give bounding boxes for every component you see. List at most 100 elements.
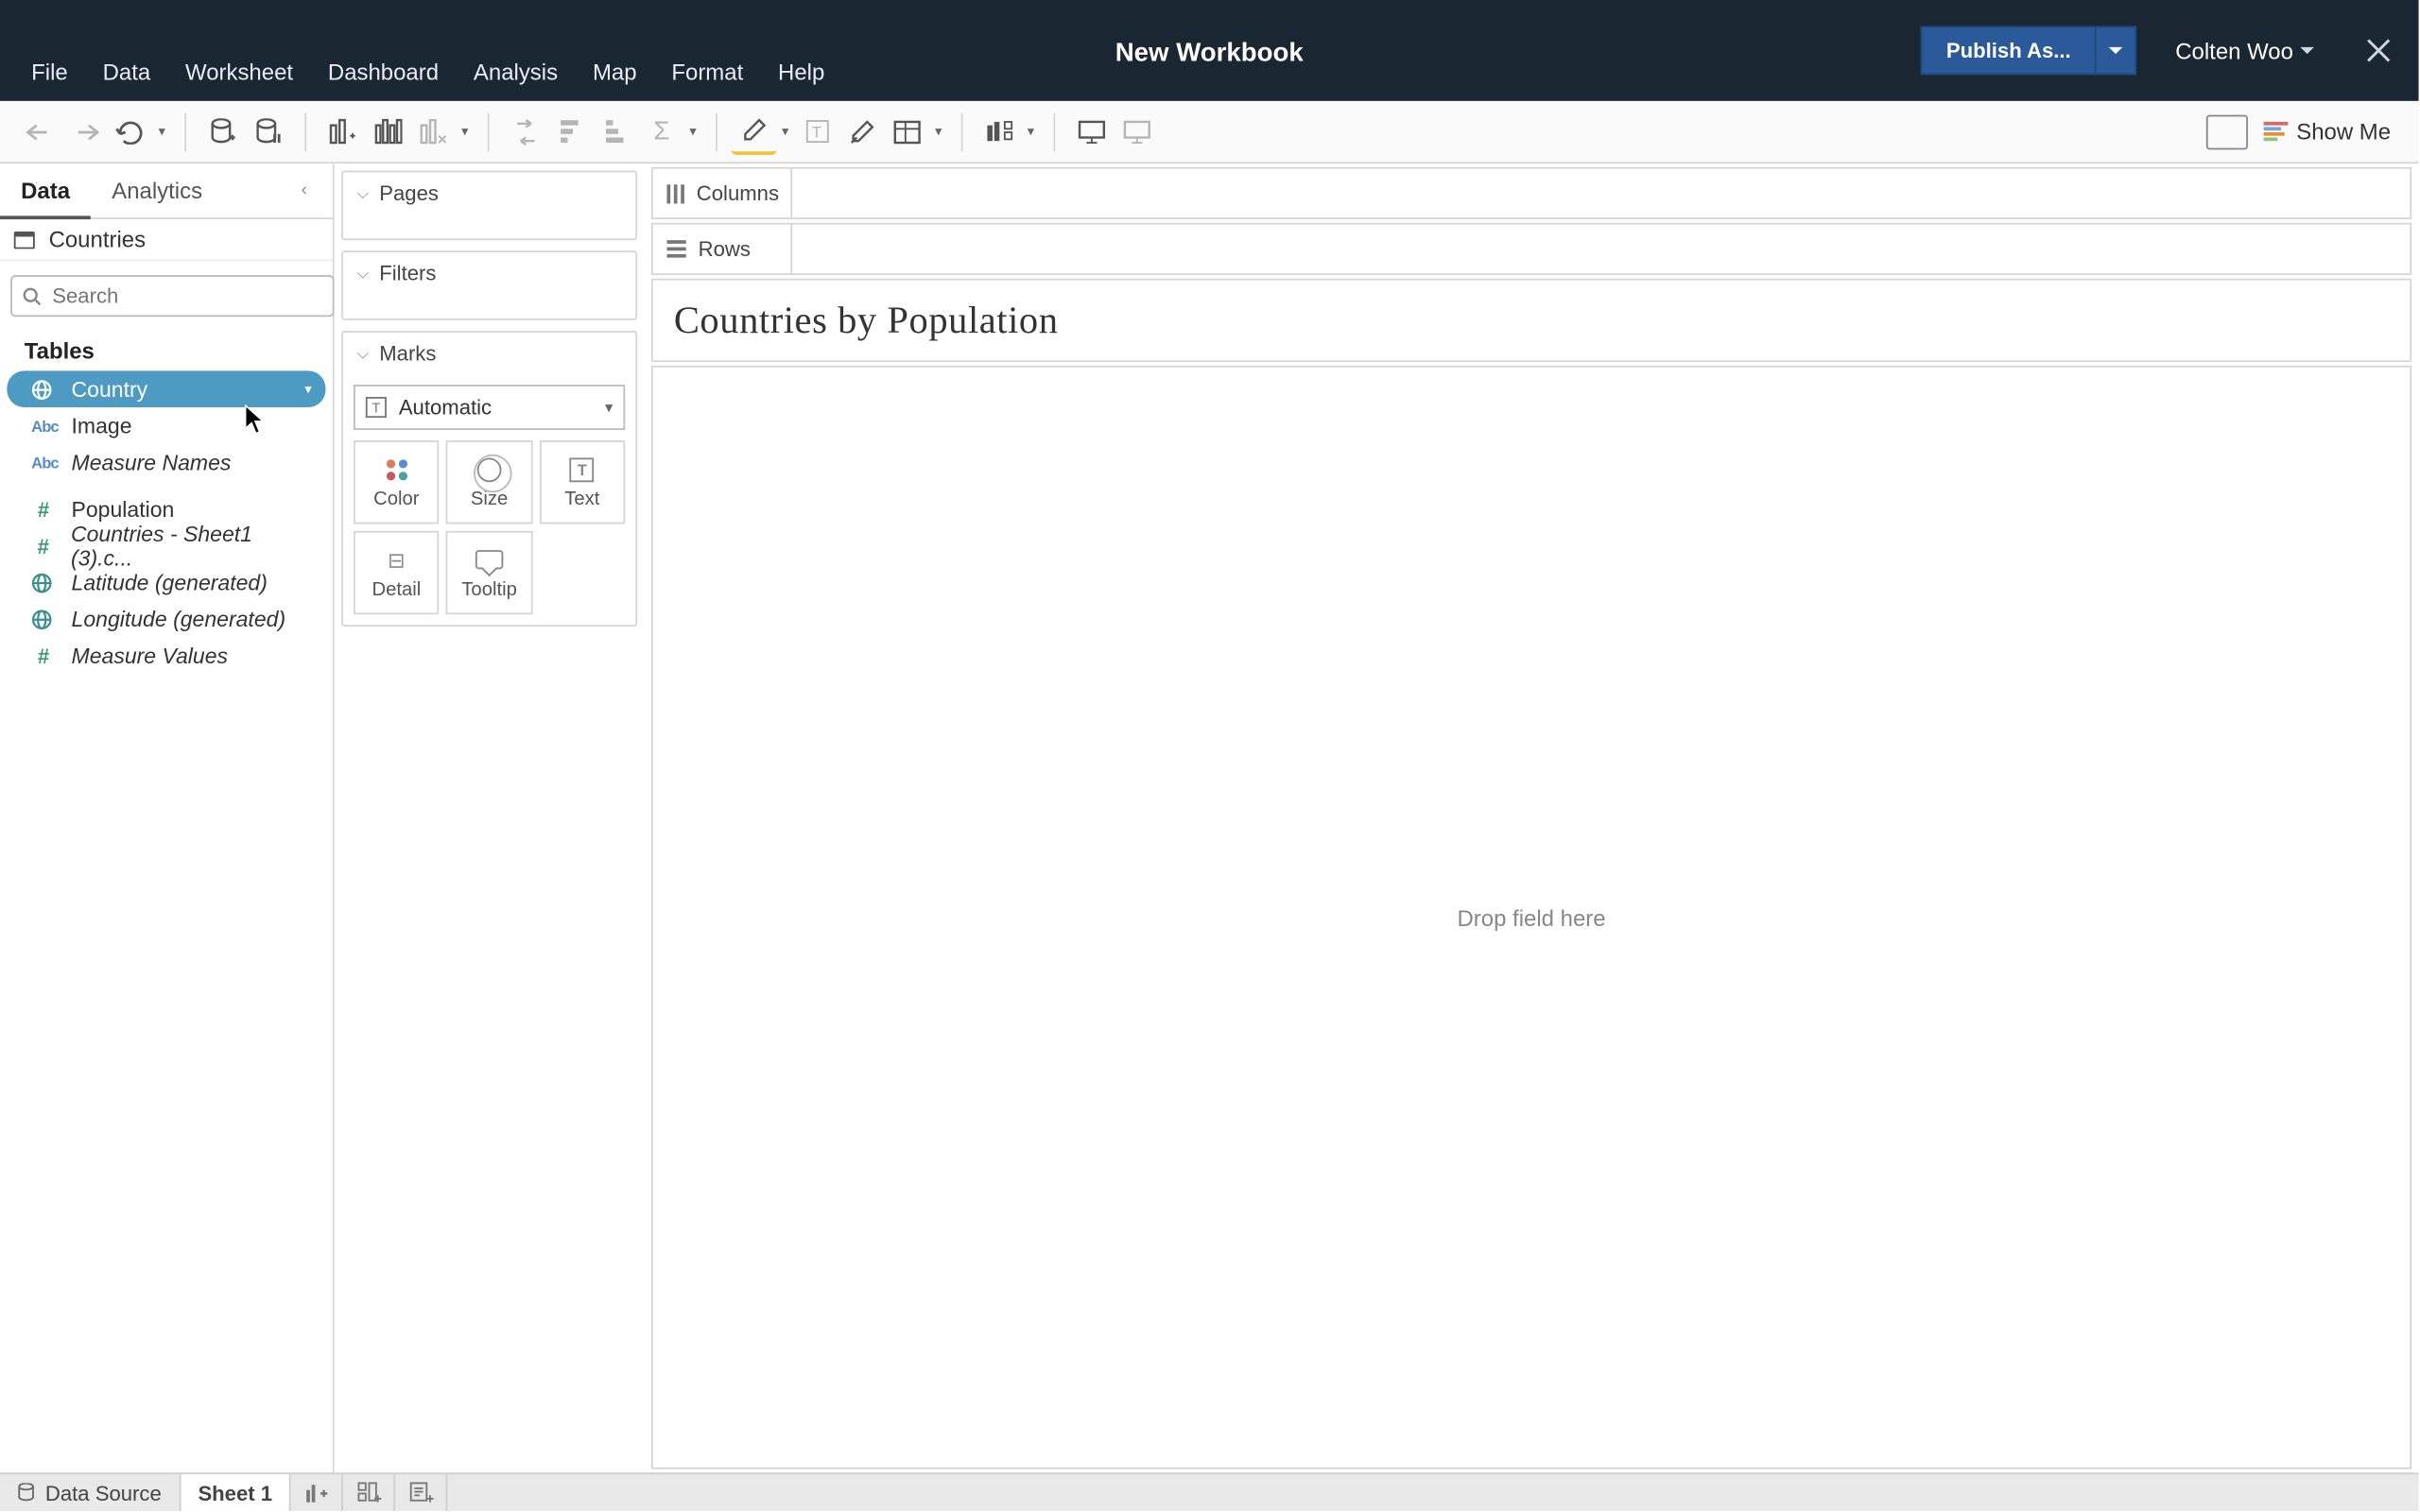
totals-button[interactable]: Σ [639, 109, 684, 154]
clear-sheet-button[interactable] [411, 109, 457, 154]
cards-dropdown[interactable]: ▾ [1022, 124, 1039, 140]
tab-datasource[interactable]: Data Source [0, 1474, 181, 1511]
menu-file[interactable]: File [14, 52, 85, 92]
new-story-tab[interactable] [396, 1474, 448, 1511]
highlight-button[interactable] [732, 109, 777, 154]
menu-data[interactable]: Data [85, 52, 167, 92]
rows-icon [666, 240, 685, 257]
columns-icon [666, 183, 683, 202]
field-label: Population [72, 497, 175, 522]
menubar: File Data Worksheet Dashboard Analysis M… [14, 52, 842, 92]
shelves-column: ⌵Pages ⌵Filters ⌵Marks T Automatic ▾ [335, 163, 645, 1472]
hash-icon: # [31, 644, 56, 668]
field-dropdown-icon[interactable]: ▾ [304, 381, 311, 397]
revert-button[interactable] [108, 109, 153, 154]
presentation-button[interactable] [1069, 109, 1115, 154]
marks-text-button[interactable]: T Text [539, 440, 625, 524]
field-list: Country ▾ AbcImageAbcMeasure Names # Populat… [0, 370, 333, 674]
collapse-pane-button[interactable]: ‹ [302, 181, 333, 200]
menu-map[interactable]: Map [576, 52, 654, 92]
marks-type-dropdown[interactable]: T Automatic ▾ [354, 385, 625, 430]
detail-icon: ⊟ [384, 547, 408, 572]
datasource-row[interactable]: Countries [0, 219, 333, 261]
data-guide-button[interactable] [2204, 109, 2250, 154]
fit-dropdown[interactable]: ▾ [930, 124, 947, 140]
canvas-column: Columns Rows Countries by Population Dro… [645, 163, 2419, 1472]
hash-icon: # [31, 534, 55, 558]
close-button[interactable] [2353, 25, 2405, 77]
field-measure-values[interactable]: # Measure Values [7, 637, 325, 674]
field-label: Country [72, 377, 148, 402]
share-button[interactable] [1115, 109, 1160, 154]
text-icon: T [570, 457, 595, 482]
marks-tooltip-button[interactable]: Tooltip [446, 531, 532, 614]
chevron-down-icon: ⌵ [357, 344, 370, 363]
bottom-tabs: Data Source Sheet 1 [0, 1472, 2419, 1511]
new-datasource-button[interactable] [200, 109, 246, 154]
filters-shelf[interactable]: ⌵Filters [341, 250, 637, 320]
publish-dropdown[interactable] [2096, 26, 2137, 76]
menu-worksheet[interactable]: Worksheet [168, 52, 311, 92]
new-sheet-button[interactable] [320, 109, 366, 154]
field-latitude-generated[interactable]: Latitude (generated) [7, 564, 325, 601]
chevron-down-icon: ⌵ [357, 264, 370, 283]
columns-shelf[interactable]: Columns [651, 167, 2411, 219]
show-me-button[interactable]: Show Me [2263, 118, 2391, 145]
datasource-icon [14, 231, 35, 248]
redo-button[interactable] [62, 109, 108, 154]
marks-color-button[interactable]: Color [354, 440, 440, 524]
duplicate-sheet-button[interactable] [366, 109, 411, 154]
field-countries-sheet1-3-c[interactable]: #Countries - Sheet1 (3).c... [7, 527, 325, 564]
abc-icon: Abc [31, 417, 56, 434]
color-icon [386, 458, 406, 479]
labels-button[interactable]: T [794, 109, 839, 154]
fit-button[interactable] [885, 109, 930, 154]
size-icon [477, 457, 502, 482]
user-menu[interactable]: Colten Woo [2175, 38, 2314, 64]
drop-hint: Drop field here [1457, 904, 1605, 931]
publish-button[interactable]: Publish As... [1920, 26, 2097, 76]
field-longitude-generated[interactable]: Longitude (generated) [7, 600, 325, 637]
menu-analysis[interactable]: Analysis [456, 52, 575, 92]
field-label: Measure Values [72, 644, 229, 668]
clear-dropdown[interactable]: ▾ [457, 124, 474, 140]
tab-analytics[interactable]: Analytics [91, 163, 223, 217]
search-input[interactable] [10, 275, 335, 317]
menu-format[interactable]: Format [654, 52, 761, 92]
swap-button[interactable] [503, 109, 548, 154]
workbook-title: New Workbook [1115, 39, 1304, 68]
pages-shelf[interactable]: ⌵Pages [341, 171, 637, 241]
field-country[interactable]: Country ▾ [7, 370, 325, 407]
globe-icon [31, 379, 56, 400]
marks-card: ⌵Marks T Automatic ▾ Color [341, 331, 637, 627]
sort-asc-button[interactable] [548, 109, 594, 154]
marks-size-button[interactable]: Size [446, 440, 532, 524]
pause-updates-button[interactable] [246, 109, 291, 154]
cards-button[interactable] [977, 109, 1022, 154]
highlight-dropdown[interactable]: ▾ [777, 124, 794, 140]
format-button[interactable] [839, 109, 885, 154]
undo-button[interactable] [17, 109, 62, 154]
new-worksheet-tab[interactable] [291, 1474, 343, 1511]
field-label: Countries - Sheet1 (3).c... [71, 522, 315, 571]
data-pane: Data Analytics ‹ Countries ▾ ▾ Tables [0, 163, 335, 1472]
titlebar: New Workbook File Data Worksheet Dashboa… [0, 0, 2419, 101]
menu-help[interactable]: Help [761, 52, 842, 92]
new-dashboard-tab[interactable] [344, 1474, 396, 1511]
totals-dropdown[interactable]: ▾ [684, 124, 701, 140]
menu-dashboard[interactable]: Dashboard [310, 52, 456, 92]
revert-dropdown[interactable]: ▾ [153, 124, 170, 140]
viz-canvas[interactable]: Drop field here [651, 366, 2411, 1469]
field-measure-names[interactable]: AbcMeasure Names [7, 444, 325, 481]
sort-desc-button[interactable] [594, 109, 639, 154]
viz-title[interactable]: Countries by Population [651, 279, 2411, 362]
tab-sheet1[interactable]: Sheet 1 [181, 1474, 291, 1511]
tab-data[interactable]: Data [0, 164, 91, 218]
field-image[interactable]: AbcImage [7, 407, 325, 444]
search-icon [23, 286, 42, 305]
automatic-icon: T [366, 397, 387, 418]
rows-shelf[interactable]: Rows [651, 223, 2411, 275]
abc-icon: Abc [31, 454, 56, 471]
chevron-down-icon: ⌵ [357, 183, 370, 202]
marks-detail-button[interactable]: ⊟ Detail [354, 531, 440, 614]
